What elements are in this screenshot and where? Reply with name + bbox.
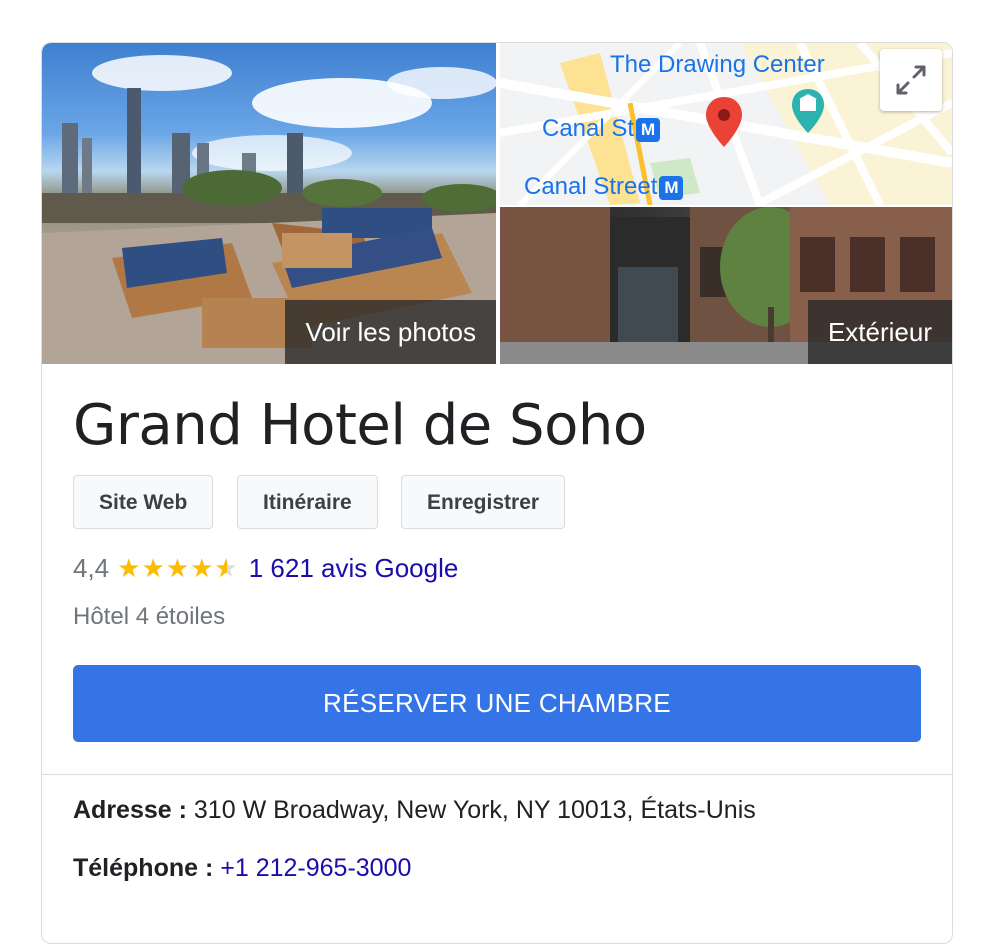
exterior-label[interactable]: Extérieur — [807, 300, 952, 364]
address-row: Adresse : 310 W Broadway, New York, NY 1… — [73, 796, 756, 825]
website-button[interactable]: Site Web — [73, 475, 214, 529]
hotel-photo-main[interactable]: Voir les photos — [42, 43, 496, 364]
star-icon: ★ — [190, 553, 215, 583]
expand-map-button[interactable] — [880, 49, 942, 111]
reviews-link[interactable]: 1 621 avis Google — [249, 553, 459, 583]
museum-icon[interactable] — [790, 87, 826, 135]
directions-button[interactable]: Itinéraire — [237, 475, 378, 529]
star-icon: ★ — [141, 553, 166, 583]
metro-icon: M — [636, 117, 661, 142]
map-label-canal-street[interactable]: Canal Street M — [524, 173, 684, 201]
book-room-button[interactable]: RÉSERVER UNE CHAMBRE — [73, 665, 921, 742]
half-star-icon: ★★ — [214, 553, 239, 583]
map-label-drawing-center[interactable]: The Drawing Center — [610, 51, 825, 79]
star-icon: ★ — [117, 553, 142, 583]
map-label-canal-st-text: Canal St — [542, 115, 635, 142]
address-value: 310 W Broadway, New York, NY 10013, État… — [193, 796, 756, 824]
save-button[interactable]: Enregistrer — [401, 475, 566, 529]
see-photos-label[interactable]: Voir les photos — [285, 300, 496, 364]
star-rating: ★★★★★★ — [117, 550, 239, 586]
map-label-canal-street-text: Canal Street — [524, 173, 658, 200]
hotel-category: Hôtel 4 étoiles — [73, 603, 226, 630]
map-thumbnail[interactable]: The Drawing Center Canal St M Canal Stree… — [500, 43, 952, 205]
hotel-name-title: Grand Hotel de Soho — [73, 393, 647, 458]
divider — [42, 774, 952, 775]
rating-value: 4,4 — [73, 553, 110, 583]
phone-link[interactable]: +1 212-965-3000 — [220, 854, 411, 882]
hotel-knowledge-panel: Voir les photos The Drawing Center Canal… — [41, 42, 953, 944]
hotel-photo-exterior[interactable]: Extérieur — [500, 207, 952, 364]
star-icon: ★ — [165, 553, 191, 583]
map-label-canal-st[interactable]: Canal St M — [542, 115, 661, 143]
phone-row: Téléphone : +1 212-965-3000 — [73, 854, 411, 883]
address-label: Adresse : — [73, 796, 187, 824]
map-pin-icon[interactable] — [704, 95, 744, 151]
phone-label: Téléphone : — [73, 854, 214, 882]
rating-row: 4,4★★★★★★1 621 avis Google — [73, 550, 458, 586]
metro-icon: M — [659, 175, 684, 200]
expand-icon — [896, 65, 926, 95]
